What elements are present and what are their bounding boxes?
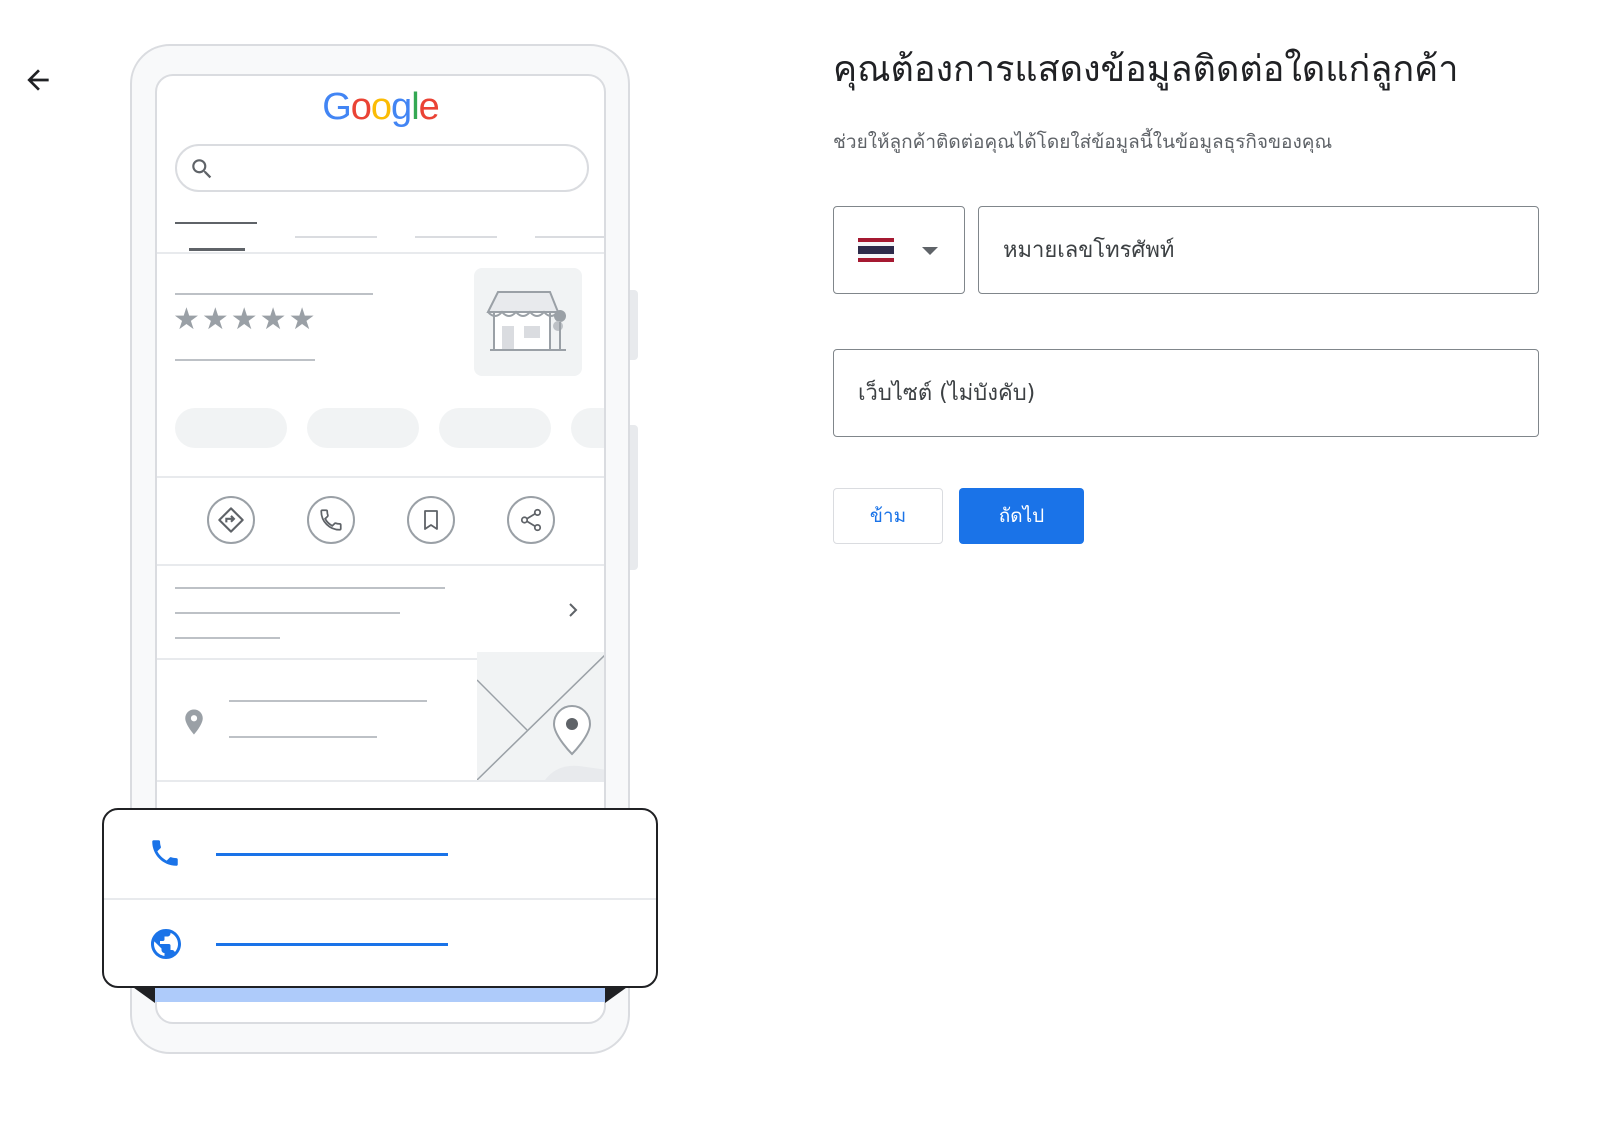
- storefront-image: [474, 268, 582, 376]
- bookmark-icon: [424, 510, 438, 530]
- chevron-right-icon: [569, 603, 578, 617]
- line-placeholder: [216, 943, 448, 946]
- divider: [157, 476, 604, 478]
- globe-icon: [151, 929, 181, 959]
- skip-button[interactable]: ข้าม: [833, 488, 943, 544]
- divider: [157, 564, 604, 566]
- text-placeholder: [175, 293, 373, 295]
- line-placeholder: [216, 853, 448, 856]
- text-placeholder: [229, 700, 427, 702]
- page-title: คุณต้องการแสดงข้อมูลติดต่อใดแก่ลูกค้า: [833, 49, 1459, 90]
- page-subtitle: ช่วยให้ลูกค้าติดต่อคุณได้โดยใส่ข้อมูลนี้…: [833, 131, 1333, 153]
- google-logo: Google: [157, 86, 604, 129]
- dropdown-arrow-icon: [922, 247, 938, 255]
- contact-info-card: [102, 808, 658, 988]
- tab-placeholder: [535, 236, 604, 238]
- text-placeholder: [175, 637, 280, 639]
- share-action: [507, 496, 555, 544]
- phone-number-input[interactable]: [978, 206, 1539, 294]
- save-action: [407, 496, 455, 544]
- directions-icon: [218, 507, 244, 533]
- map-pin-icon: [476, 654, 604, 781]
- google-logo-letter: g: [391, 86, 412, 128]
- directions-action: [207, 496, 255, 544]
- storefront-icon: [486, 291, 566, 351]
- tab-indicator: [175, 222, 257, 224]
- tab-placeholder: [415, 236, 497, 238]
- business-profile-illustration: Google ★★★★★: [0, 0, 680, 1135]
- country-code-select[interactable]: [833, 206, 965, 294]
- search-bar: [175, 144, 589, 192]
- search-icon: [192, 159, 212, 179]
- phone-icon: [320, 509, 342, 531]
- text-placeholder: [175, 587, 445, 589]
- next-button[interactable]: ถัดไป: [959, 488, 1084, 544]
- chip-placeholder: [175, 408, 287, 448]
- rating-stars: ★★★★★: [173, 302, 318, 337]
- website-input[interactable]: [833, 349, 1539, 437]
- phone-side-button: [630, 290, 638, 360]
- text-placeholder: [175, 612, 400, 614]
- tab-indicator: [189, 248, 245, 251]
- google-logo-letter: o: [350, 86, 372, 128]
- divider: [157, 780, 604, 782]
- call-action: [307, 496, 355, 544]
- thailand-flag-icon: [858, 238, 894, 262]
- tab-placeholder: [295, 236, 377, 238]
- share-icon: [520, 508, 542, 532]
- map-thumbnail: [476, 652, 604, 781]
- chip-placeholder: [307, 408, 419, 448]
- chip-placeholder: [571, 408, 604, 448]
- google-logo-letter: e: [418, 86, 440, 128]
- divider: [157, 252, 604, 254]
- phone-side-button: [630, 425, 638, 570]
- text-placeholder: [229, 736, 377, 738]
- text-placeholder: [175, 359, 315, 361]
- google-logo-letter: o: [370, 86, 392, 128]
- location-pin-icon: [185, 709, 203, 735]
- google-logo-letter: l: [411, 86, 420, 128]
- card-website-row: [104, 900, 656, 988]
- card-phone-row: [104, 810, 656, 898]
- phone-icon: [152, 840, 178, 866]
- google-logo-letter: G: [322, 86, 352, 128]
- chip-placeholder: [439, 408, 551, 448]
- card-fold: [130, 985, 630, 1003]
